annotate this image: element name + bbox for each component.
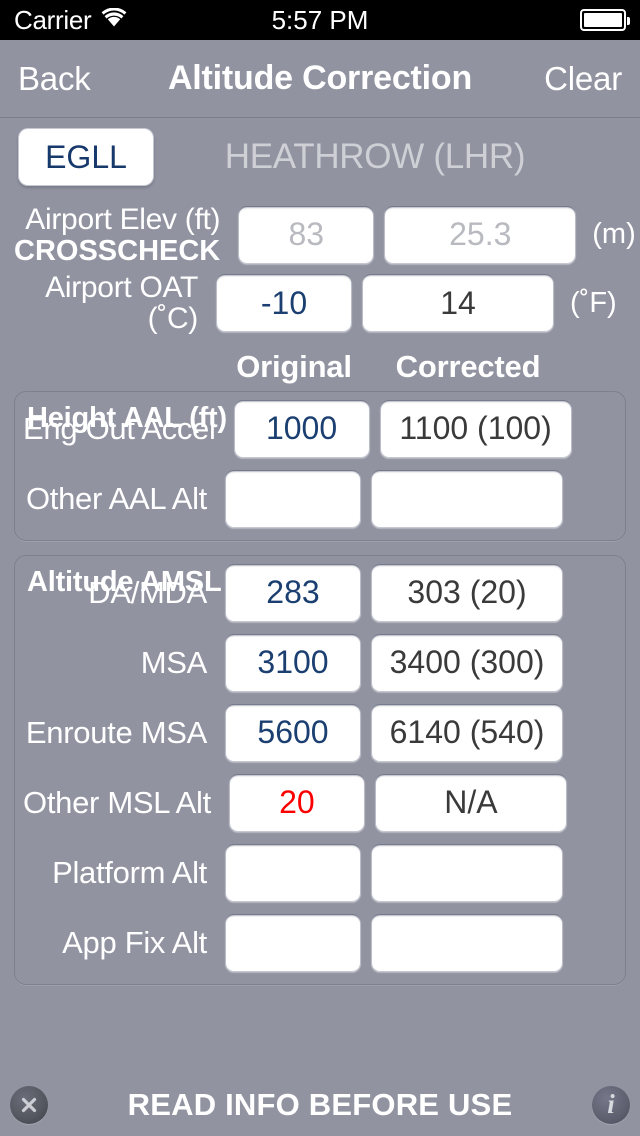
altitude-corrected-input[interactable] — [374, 773, 567, 832]
airport-header: EGLL HEATHROW (LHR) — [14, 128, 626, 198]
airport-oat-fahrenheit-input[interactable] — [362, 274, 554, 333]
column-header-original: Original — [236, 348, 352, 384]
altitude-row-label: Other MSL Alt — [23, 784, 211, 820]
altitude-corrected-input[interactable] — [371, 563, 563, 622]
airport-elevation-ft-cell — [238, 205, 375, 264]
airport-elevation-m-cell — [384, 205, 577, 264]
group-box: Altitude AMSL (ft)DA/MDAMSAEnroute MSAOt… — [14, 554, 626, 985]
group-title: Height AAL (ft) — [27, 401, 227, 434]
altitude-corrected-cell — [371, 633, 563, 692]
groups-container: Height AAL (ft)Eng Out AccelOther AAL Al… — [14, 390, 626, 999]
battery-fill — [584, 13, 622, 27]
altitude-corrected-input[interactable] — [371, 633, 563, 692]
airport-elevation-ft-input[interactable] — [238, 205, 375, 264]
altitude-original-input[interactable] — [225, 703, 361, 762]
altitude-corrected-cell — [374, 773, 567, 832]
footer-warning-text: READ INFO BEFORE USE — [127, 1087, 513, 1122]
altitude-corrected-input[interactable] — [371, 843, 563, 902]
altitude-row-label: Other AAL Alt — [25, 480, 207, 516]
altitude-original-input[interactable] — [233, 399, 370, 458]
altitude-corrected-cell — [371, 703, 563, 762]
altitude-row: Enroute MSA — [23, 703, 563, 762]
altitude-corrected-cell — [371, 843, 563, 902]
altitude-row: Other AAL Alt — [23, 469, 563, 528]
info-circle-icon[interactable]: i — [592, 1086, 630, 1124]
app-root: Carrier 5:57 PM Back Altitude Correction… — [0, 0, 640, 1136]
altitude-row: MSA — [23, 633, 563, 692]
oat-unit-label: (˚F) — [570, 286, 617, 319]
group-title: Altitude AMSL (ft) — [27, 565, 267, 598]
altitude-corrected-cell — [371, 563, 563, 622]
airport-oat-row: Airport OAT (˚C) (˚F) — [14, 272, 626, 335]
airport-oat-c-cell — [216, 274, 352, 333]
altitude-original-cell — [225, 469, 361, 528]
altitude-row: Other MSL Alt — [23, 773, 567, 832]
altitude-original-cell — [225, 913, 361, 972]
airport-oat-label: Airport OAT (˚C) — [45, 270, 198, 336]
airport-oat-f-cell — [362, 274, 554, 333]
battery-icon — [580, 9, 630, 31]
close-icon — [21, 1097, 37, 1113]
navigation-bar: Back Altitude Correction Clear — [0, 40, 640, 118]
close-circle-icon[interactable] — [10, 1086, 48, 1124]
wifi-icon — [101, 7, 127, 32]
column-headers: Original Corrected — [14, 349, 626, 385]
altitude-original-cell — [225, 843, 361, 902]
content-area: EGLL HEATHROW (LHR) Airport Elev (ft) CR… — [0, 118, 640, 1078]
airport-oat-celsius-input[interactable] — [216, 274, 352, 333]
altitude-original-cell — [225, 703, 361, 762]
airport-elevation-m-input[interactable] — [384, 205, 577, 264]
altitude-row-label: MSA — [140, 644, 208, 680]
altitude-original-input[interactable] — [225, 469, 361, 528]
altitude-corrected-input[interactable] — [371, 703, 563, 762]
status-bar: Carrier 5:57 PM — [0, 0, 640, 40]
altitude-original-cell — [233, 399, 370, 458]
altitude-corrected-input[interactable] — [379, 399, 572, 458]
altitude-row-label: App Fix Alt — [62, 924, 207, 960]
altitude-corrected-cell — [371, 913, 563, 972]
altitude-row-label: Enroute MSA — [25, 714, 207, 750]
altitude-original-cell — [225, 633, 361, 692]
altitude-original-input[interactable] — [225, 913, 361, 972]
footer-bar: READ INFO BEFORE USE i — [0, 1078, 640, 1136]
altitude-corrected-cell — [379, 399, 572, 458]
airport-name-label: HEATHROW (LHR) — [224, 137, 526, 176]
altitude-corrected-input[interactable] — [371, 469, 563, 528]
altitude-corrected-input[interactable] — [371, 913, 563, 972]
altitude-original-cell — [228, 773, 365, 832]
altitude-row: App Fix Alt — [23, 913, 563, 972]
icao-code-button[interactable]: EGLL — [18, 128, 154, 186]
group-box: Height AAL (ft)Eng Out AccelOther AAL Al… — [14, 390, 626, 541]
crosscheck-label: CROSSCHECK — [14, 234, 221, 267]
column-header-corrected: Corrected — [395, 348, 541, 384]
status-bar-left: Carrier — [14, 5, 127, 36]
altitude-original-input[interactable] — [225, 843, 361, 902]
clear-button[interactable]: Clear — [544, 60, 622, 98]
altitude-original-input[interactable] — [228, 773, 365, 832]
back-button[interactable]: Back — [18, 60, 91, 98]
carrier-label: Carrier — [14, 4, 92, 35]
altitude-original-input[interactable] — [225, 633, 361, 692]
altitude-row-label: Platform Alt — [52, 854, 207, 890]
airport-elevation-row: Airport Elev (ft) CROSSCHECK (m) — [14, 204, 636, 266]
altitude-corrected-cell — [371, 469, 563, 528]
airport-elevation-label: Airport Elev (ft) CROSSCHECK — [14, 204, 228, 266]
altitude-row: Platform Alt — [23, 843, 563, 902]
airport-elevation-label-text: Airport Elev (ft) — [25, 203, 221, 236]
elevation-unit-label: (m) — [592, 218, 636, 251]
